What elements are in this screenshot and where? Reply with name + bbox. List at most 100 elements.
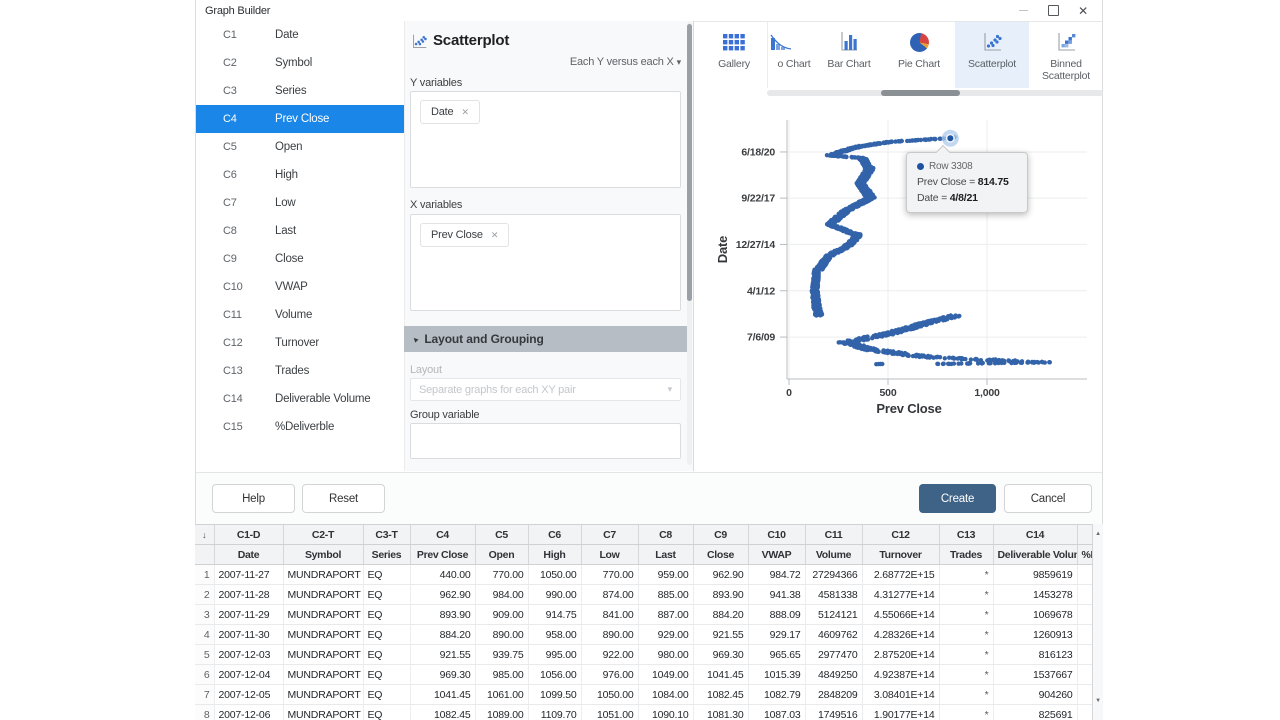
column-header[interactable]: Turnover [862, 545, 939, 565]
table-cell[interactable]: 1749516 [805, 705, 862, 720]
row-number[interactable]: 5 [195, 645, 214, 665]
column-header[interactable]: Volume [805, 545, 862, 565]
table-cell[interactable]: 4.28326E+14 [862, 625, 939, 645]
column-header[interactable]: Low [581, 545, 638, 565]
table-cell[interactable]: 4.92387E+14 [862, 665, 939, 685]
table-cell[interactable]: 4609762 [805, 625, 862, 645]
table-cell[interactable]: 1050.00 [581, 685, 638, 705]
table-cell[interactable]: 984.72 [748, 565, 805, 585]
table-cell[interactable]: 2.68772E+15 [862, 565, 939, 585]
table-cell[interactable]: MUNDRAPORT [283, 625, 363, 645]
chip-remove-icon[interactable]: ✕ [461, 107, 468, 118]
table-cell[interactable]: * [939, 645, 993, 665]
column-header[interactable]: Deliverable Volume [993, 545, 1077, 565]
row-number[interactable]: 1 [195, 565, 214, 585]
column-header[interactable]: High [528, 545, 581, 565]
table-cell[interactable]: 893.90 [410, 605, 475, 625]
table-cell[interactable]: MUNDRAPORT [283, 605, 363, 625]
table-cell[interactable]: 909.00 [475, 605, 528, 625]
table-cell[interactable]: 941.38 [748, 585, 805, 605]
row-number[interactable]: 3 [195, 605, 214, 625]
table-cell[interactable] [1077, 605, 1092, 625]
table-cell[interactable]: 1082.45 [693, 685, 748, 705]
table-cell[interactable]: 885.00 [638, 585, 693, 605]
column-header[interactable]: C12 [862, 525, 939, 545]
table-cell[interactable]: 2007-12-03 [214, 645, 283, 665]
table-cell[interactable]: 1260913 [993, 625, 1077, 645]
table-cell[interactable]: 1051.00 [581, 705, 638, 720]
column-header[interactable]: C11 [805, 525, 862, 545]
table-cell[interactable] [1077, 685, 1092, 705]
table-cell[interactable]: 2007-11-27 [214, 565, 283, 585]
table-cell[interactable] [1077, 585, 1092, 605]
row-number[interactable]: 7 [195, 685, 214, 705]
table-cell[interactable]: 1061.00 [475, 685, 528, 705]
column-header[interactable]: C3-T [363, 525, 410, 545]
table-cell[interactable]: 1041.45 [693, 665, 748, 685]
table-cell[interactable]: 985.00 [475, 665, 528, 685]
table-cell[interactable]: 1089.00 [475, 705, 528, 720]
table-cell[interactable]: EQ [363, 565, 410, 585]
table-cell[interactable]: 990.00 [528, 585, 581, 605]
column-header[interactable]: C6 [528, 525, 581, 545]
table-cell[interactable]: 4581338 [805, 585, 862, 605]
table-cell[interactable]: * [939, 605, 993, 625]
table-cell[interactable] [1077, 705, 1092, 720]
table-cell[interactable]: 1056.00 [528, 665, 581, 685]
table-cell[interactable]: 962.90 [410, 585, 475, 605]
column-header[interactable]: C14 [993, 525, 1077, 545]
create-button[interactable]: Create [919, 484, 996, 513]
table-cell[interactable]: 2007-12-05 [214, 685, 283, 705]
column-row-c11[interactable]: C11Volume [196, 301, 404, 329]
gallery-tile-binned-scatterplot[interactable]: Binned Scatterplot [1029, 22, 1103, 88]
table-cell[interactable]: 1087.03 [748, 705, 805, 720]
table-cell[interactable]: MUNDRAPORT [283, 685, 363, 705]
column-row-c6[interactable]: C6High [196, 161, 404, 189]
table-cell[interactable]: 2848209 [805, 685, 862, 705]
table-cell[interactable] [1077, 665, 1092, 685]
table-cell[interactable]: 884.20 [410, 625, 475, 645]
table-cell[interactable]: 5124121 [805, 605, 862, 625]
table-cell[interactable] [1077, 565, 1092, 585]
variable-chip[interactable]: Date✕ [420, 100, 480, 124]
help-button[interactable]: Help [212, 484, 295, 513]
table-cell[interactable]: MUNDRAPORT [283, 565, 363, 585]
table-cell[interactable]: 440.00 [410, 565, 475, 585]
table-cell[interactable]: 1082.79 [748, 685, 805, 705]
table-cell[interactable]: 4.31277E+14 [862, 585, 939, 605]
table-cell[interactable]: 825691 [993, 705, 1077, 720]
table-cell[interactable]: * [939, 585, 993, 605]
table-cell[interactable]: 3.08401E+14 [862, 685, 939, 705]
gallery-tile-o-chart[interactable]: o Chart [767, 22, 821, 88]
column-row-c15[interactable]: C15%Deliverble [196, 413, 404, 441]
table-cell[interactable]: MUNDRAPORT [283, 705, 363, 720]
table-cell[interactable]: 959.00 [638, 565, 693, 585]
table-cell[interactable]: 4849250 [805, 665, 862, 685]
table-cell[interactable] [1077, 625, 1092, 645]
column-row-c13[interactable]: C13Trades [196, 357, 404, 385]
table-cell[interactable]: EQ [363, 705, 410, 720]
column-header[interactable]: VWAP [748, 545, 805, 565]
table-cell[interactable]: 1084.00 [638, 685, 693, 705]
table-cell[interactable]: 904260 [993, 685, 1077, 705]
table-cell[interactable]: * [939, 625, 993, 645]
table-cell[interactable]: 1082.45 [410, 705, 475, 720]
variable-chip[interactable]: Prev Close✕ [420, 223, 509, 247]
table-cell[interactable]: 922.00 [581, 645, 638, 665]
table-cell[interactable]: 929.17 [748, 625, 805, 645]
table-cell[interactable]: 1069678 [993, 605, 1077, 625]
row-number[interactable]: 4 [195, 625, 214, 645]
column-row-c8[interactable]: C8Last [196, 217, 404, 245]
table-cell[interactable]: 2007-11-30 [214, 625, 283, 645]
column-header[interactable]: C9 [693, 525, 748, 545]
row-number[interactable]: 8 [195, 705, 214, 720]
y-variables-box[interactable]: Date✕ [410, 91, 681, 188]
table-cell[interactable]: 1015.39 [748, 665, 805, 685]
table-cell[interactable]: 921.55 [693, 625, 748, 645]
table-scrollbar[interactable] [1092, 524, 1103, 720]
table-cell[interactable]: * [939, 665, 993, 685]
table-cell[interactable]: 1050.00 [528, 565, 581, 585]
scatterplot-preview[interactable]: 6/18/209/22/1712/27/144/1/127/6/0905001,… [694, 96, 1103, 470]
table-cell[interactable]: 1090.10 [638, 705, 693, 720]
column-header[interactable]: Close [693, 545, 748, 565]
